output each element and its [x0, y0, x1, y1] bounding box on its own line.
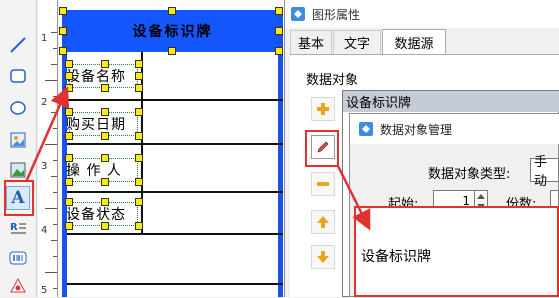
annotation-arrows: [24, 86, 371, 231]
arrow-to-field: [24, 86, 70, 183]
arrow-to-preview: [336, 165, 371, 231]
